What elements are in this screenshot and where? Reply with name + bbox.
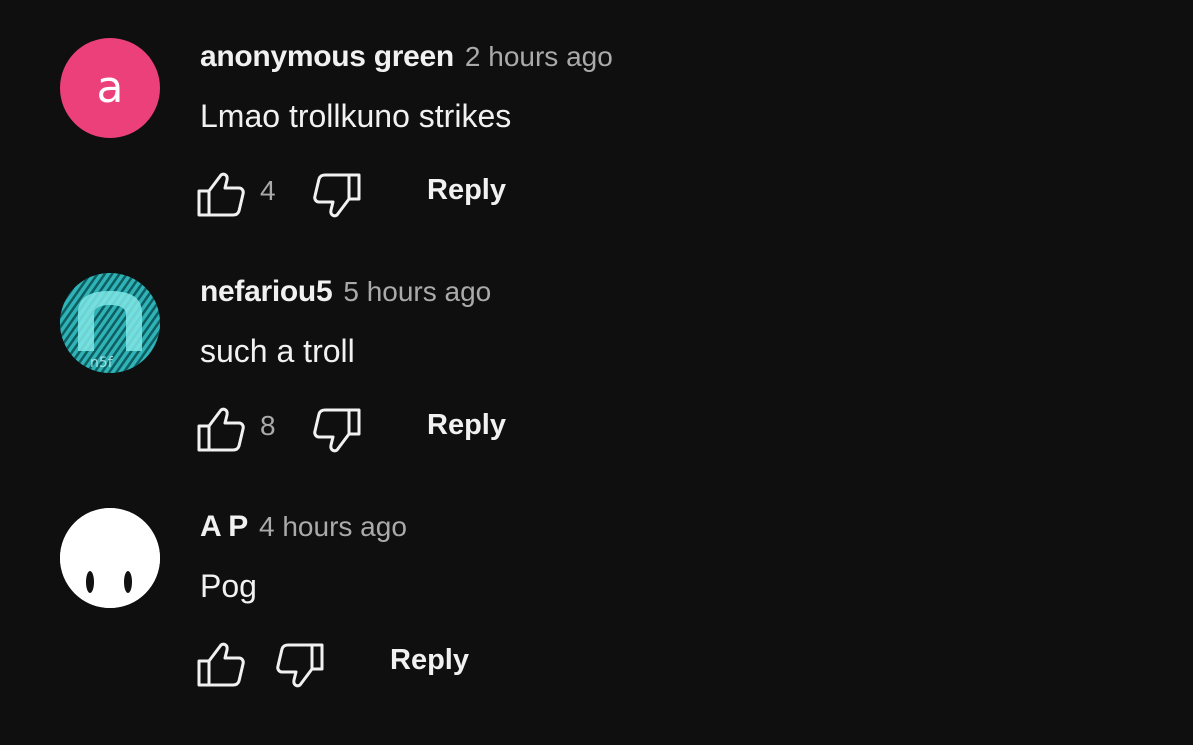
comment-header: anonymous green 2 hours ago [200, 40, 613, 80]
reply-button[interactable]: Reply [390, 644, 469, 677]
comment-timestamp[interactable]: 5 hours ago [343, 276, 491, 308]
comment-text: Pog [200, 568, 257, 604]
comment-thread-item: a anonymous green 2 hours ago Lmao troll… [0, 38, 1193, 273]
thumb-down-icon [276, 643, 324, 688]
comment-header: nefariou5 5 hours ago [200, 275, 491, 315]
like-button[interactable] [196, 170, 246, 220]
thumb-up-icon [197, 642, 245, 687]
avatar-image [60, 508, 160, 608]
avatar-image: n5f [60, 273, 160, 373]
dislike-button[interactable] [312, 405, 362, 455]
comment-text: such a troll [200, 333, 355, 369]
thumb-down-icon [313, 408, 361, 453]
comment-author[interactable]: A P [200, 510, 248, 544]
comment-text: Lmao trollkuno strikes [200, 98, 512, 134]
thumb-down-icon [313, 173, 361, 218]
like-button[interactable] [196, 640, 246, 690]
comment-author[interactable]: anonymous green [200, 40, 454, 74]
thumb-up-icon [197, 407, 245, 452]
comment-timestamp[interactable]: 2 hours ago [465, 41, 613, 73]
thumb-up-icon [197, 172, 245, 217]
dislike-button[interactable] [312, 170, 362, 220]
comment-thread-item: A P 4 hours ago Pog Reply [0, 508, 1193, 743]
avatar[interactable] [60, 508, 160, 608]
dislike-button[interactable] [275, 640, 325, 690]
like-button[interactable] [196, 405, 246, 455]
reply-button[interactable]: Reply [427, 409, 506, 442]
avatar[interactable]: n5f [60, 273, 160, 373]
comment-thread-item: n5f nefariou5 5 hours ago such a troll 8… [0, 273, 1193, 508]
comment-author[interactable]: nefariou5 [200, 275, 333, 309]
like-count: 8 [260, 410, 276, 441]
comment-header: A P 4 hours ago [200, 510, 407, 550]
reply-button[interactable]: Reply [427, 174, 506, 207]
svg-text:n5f: n5f [90, 355, 114, 371]
avatar[interactable]: a [60, 38, 160, 138]
avatar-letter: a [96, 62, 124, 113]
like-count: 4 [260, 175, 276, 206]
comment-timestamp[interactable]: 4 hours ago [259, 511, 407, 543]
